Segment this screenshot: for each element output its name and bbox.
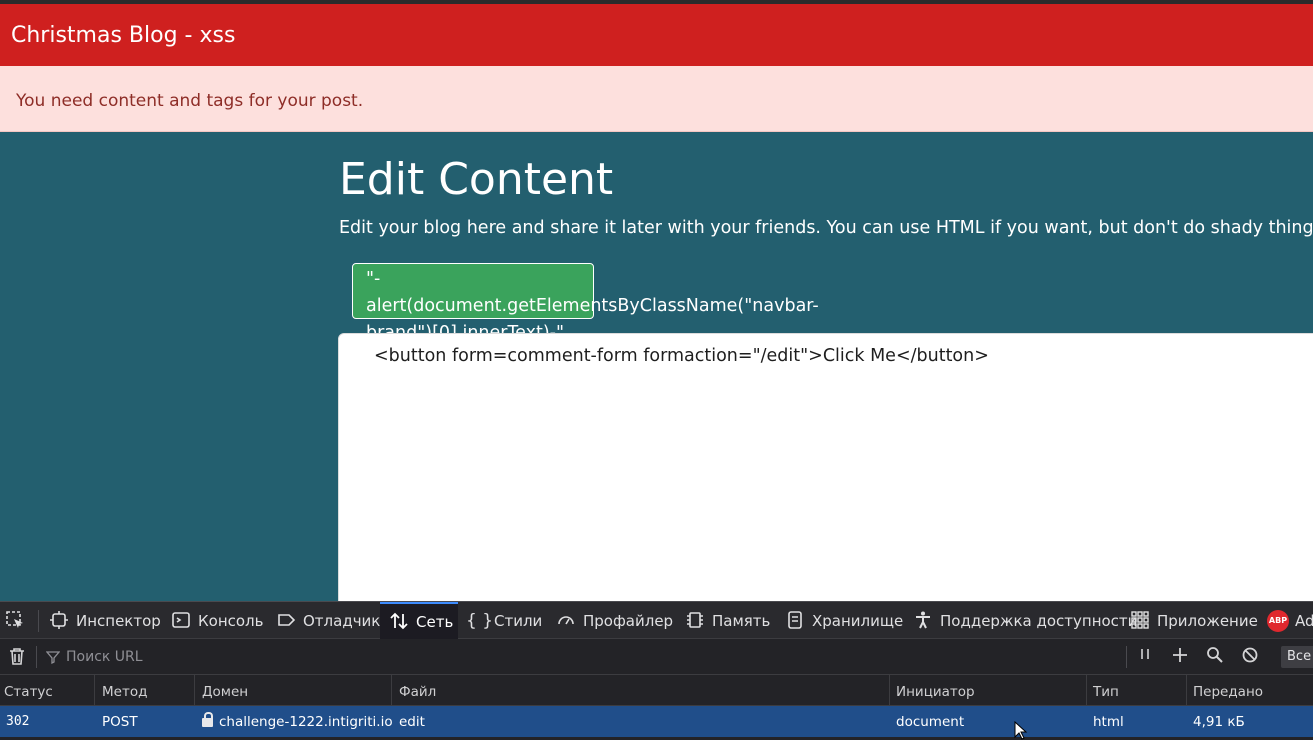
toolbar-separator (1126, 646, 1127, 668)
navbar: Christmas Blog - xss (0, 4, 1313, 66)
row-initiator[interactable]: document (896, 706, 964, 737)
column-divider[interactable] (391, 675, 392, 706)
tab-inspector[interactable]: Инспектор (48, 602, 161, 640)
page-description: Edit your blog here and share it later w… (339, 218, 1313, 238)
block-icon (1242, 647, 1258, 663)
tab-memory[interactable]: Память (684, 602, 770, 640)
row-type: html (1093, 714, 1124, 730)
column-initiator[interactable]: Инициатор (896, 675, 975, 706)
application-icon (1129, 610, 1151, 632)
navbar-brand[interactable]: Christmas Blog - xss (11, 22, 235, 50)
content-editor[interactable] (338, 333, 1313, 608)
block-url-button[interactable] (1239, 646, 1261, 668)
column-divider[interactable] (94, 675, 95, 706)
network-toolbar: Все (0, 639, 1313, 675)
add-request-button[interactable] (1169, 646, 1191, 668)
column-method[interactable]: Метод (102, 675, 147, 706)
tab-network-label: Сеть (416, 613, 454, 631)
row-transferred: 4,91 кБ (1193, 714, 1245, 730)
tab-style-editor[interactable]: { } Стили (466, 602, 542, 640)
tab-separator (38, 610, 39, 632)
debugger-icon (275, 610, 297, 632)
inspector-icon (48, 610, 70, 632)
accessibility-icon (912, 610, 934, 632)
alert-message: You need content and tags for your post. (16, 91, 364, 111)
tab-profiler[interactable]: Профайлер (555, 602, 673, 640)
tab-style-editor-label: Стили (494, 612, 543, 630)
console-icon (170, 610, 192, 632)
toolbar-separator (36, 646, 37, 668)
plus-icon (1173, 648, 1187, 662)
column-file[interactable]: Файл (399, 675, 436, 706)
tab-inspector-label: Инспектор (76, 612, 161, 630)
tab-console[interactable]: Консоль (170, 602, 264, 640)
trash-icon (10, 648, 24, 665)
storage-icon (784, 610, 806, 632)
pause-icon (1141, 649, 1149, 659)
column-divider[interactable] (889, 675, 890, 706)
row-domain-text: challenge-1222.intigriti.io (219, 714, 393, 730)
row-method: POST (102, 714, 138, 730)
row-domain: challenge-1222.intigriti.io (202, 706, 393, 737)
tab-adblock-label: Ad (1295, 612, 1313, 630)
tab-memory-label: Память (712, 612, 771, 630)
filter-icon (46, 651, 60, 664)
filter-url-field[interactable] (46, 646, 346, 668)
column-status[interactable]: Статус (4, 675, 53, 706)
column-divider[interactable] (1086, 675, 1087, 706)
requests-table-header: Статус Метод Домен Файл Инициатор Тип Пе… (0, 675, 1313, 706)
lock-icon (202, 712, 213, 727)
clear-requests-button[interactable] (6, 646, 28, 668)
tab-adblock[interactable]: ABP Ad (1267, 602, 1313, 640)
row-status: 302 (6, 714, 30, 729)
adblock-plus-icon: ABP (1267, 610, 1289, 632)
style-editor-icon: { } (466, 611, 494, 631)
tab-debugger[interactable]: Отладчик (275, 602, 380, 640)
column-divider[interactable] (194, 675, 195, 706)
search-icon (1207, 647, 1223, 663)
error-alert: You need content and tags for your post. (0, 66, 1313, 132)
mouse-cursor-icon (1014, 721, 1028, 740)
tab-application[interactable]: Приложение (1129, 602, 1258, 640)
tab-console-label: Консоль (198, 612, 264, 630)
tab-profiler-label: Профайлер (583, 612, 674, 630)
column-type[interactable]: Тип (1093, 675, 1119, 706)
element-picker-button[interactable] (4, 602, 26, 640)
tab-storage-label: Хранилище (812, 612, 904, 630)
tab-accessibility-label: Поддержка доступности (940, 612, 1138, 630)
column-domain[interactable]: Домен (202, 675, 248, 706)
profiler-icon (555, 610, 577, 632)
network-icon (388, 611, 410, 633)
memory-icon (684, 610, 706, 632)
tab-application-label: Приложение (1157, 612, 1258, 630)
element-picker-icon (4, 610, 26, 632)
page-title: Edit Content (339, 154, 614, 205)
column-transferred[interactable]: Передано (1193, 675, 1263, 706)
filter-url-input[interactable] (66, 649, 306, 665)
table-row[interactable]: 302 POST challenge-1222.intigriti.io edi… (0, 706, 1313, 737)
pause-button[interactable] (1134, 646, 1156, 668)
tab-debugger-label: Отладчик (303, 612, 381, 630)
tab-accessibility[interactable]: Поддержка доступности (912, 602, 1137, 640)
editor-content-text[interactable]: <button form=comment-form formaction="/e… (374, 344, 989, 368)
filter-all-button[interactable]: Все (1281, 646, 1313, 668)
devtools-tab-bar: Инспектор Консоль Отладчик Сеть { } Стил… (0, 601, 1313, 640)
devtools-panel: Инспектор Консоль Отладчик Сеть { } Стил… (0, 601, 1313, 740)
search-button[interactable] (1204, 646, 1226, 668)
row-file: edit (399, 714, 425, 730)
tab-storage[interactable]: Хранилище (784, 602, 903, 640)
tab-network[interactable]: Сеть (380, 602, 458, 640)
column-divider[interactable] (1186, 675, 1187, 706)
